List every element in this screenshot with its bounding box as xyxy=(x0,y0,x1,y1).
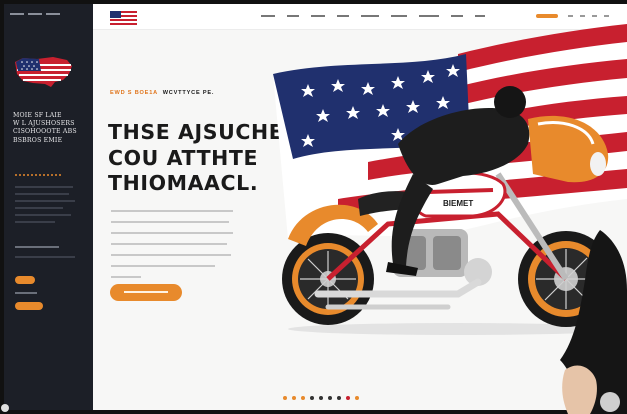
pagination-dot[interactable] xyxy=(337,396,341,400)
pagination-dot[interactable] xyxy=(292,396,296,400)
hero-kicker-dark: WCVTTYCE PE. xyxy=(162,90,215,96)
nav-utility-link[interactable] xyxy=(592,15,597,17)
sidebar-button-secondary[interactable] xyxy=(15,302,43,310)
nav-item[interactable] xyxy=(451,15,463,17)
nav-item[interactable] xyxy=(361,15,379,17)
nav-item[interactable] xyxy=(261,15,275,17)
main-content: EWD S BOE1A WCVTTYCE PE. THSE AJSUCHE CO… xyxy=(93,4,627,410)
pagination-dot[interactable] xyxy=(328,396,332,400)
pagination-dot[interactable] xyxy=(283,396,287,400)
nav-item[interactable] xyxy=(287,15,299,17)
nav-item[interactable] xyxy=(311,15,325,17)
nav-cta-button[interactable] xyxy=(536,14,558,18)
nav-item[interactable] xyxy=(419,15,439,17)
sidebar-title: MOIE SF LAIE W L AJUSHOSERS CISOHOOOTE A… xyxy=(13,112,77,144)
pagination-dot[interactable] xyxy=(319,396,323,400)
hero-kicker-orange: EWD S BOE1A xyxy=(110,90,158,96)
sidebar-small-label xyxy=(15,292,37,294)
sidebar-dots xyxy=(15,174,61,176)
sidebar-text-lines xyxy=(15,186,75,228)
nav-item[interactable] xyxy=(475,15,485,17)
sidebar-label xyxy=(15,246,59,248)
bike-tank-text: BIEMET xyxy=(443,199,473,208)
nav-menu xyxy=(261,15,485,17)
usa-map-flag-icon xyxy=(15,57,72,87)
person-arm-overlay xyxy=(560,230,627,414)
nav-utility-link[interactable] xyxy=(568,15,573,17)
pagination-dot[interactable] xyxy=(301,396,305,400)
sidebar-button-primary[interactable] xyxy=(15,276,35,284)
pagination-dot[interactable] xyxy=(355,396,359,400)
pagination-dot[interactable] xyxy=(310,396,314,400)
nav-utility-link[interactable] xyxy=(580,15,585,17)
nav-utility-link[interactable] xyxy=(604,15,609,17)
sidebar-top-nav[interactable] xyxy=(10,13,60,15)
sidebar: MOIE SF LAIE W L AJUSHOSERS CISOHOOOTE A… xyxy=(4,4,93,410)
usa-flag-logo-icon[interactable] xyxy=(110,11,137,25)
nav-item[interactable] xyxy=(337,15,349,17)
pagination-dot[interactable] xyxy=(346,396,350,400)
hero-kicker: EWD S BOE1A WCVTTYCE PE. xyxy=(110,90,214,96)
sidebar-text-line xyxy=(15,256,75,258)
corner-badge-icon xyxy=(1,404,9,412)
hero-paragraph xyxy=(111,210,233,287)
nav-item[interactable] xyxy=(391,15,407,17)
browser-frame: MOIE SF LAIE W L AJUSHOSERS CISOHOOOTE A… xyxy=(0,0,627,414)
carousel-pagination xyxy=(283,396,359,400)
hero-cta-button[interactable] xyxy=(110,284,182,301)
